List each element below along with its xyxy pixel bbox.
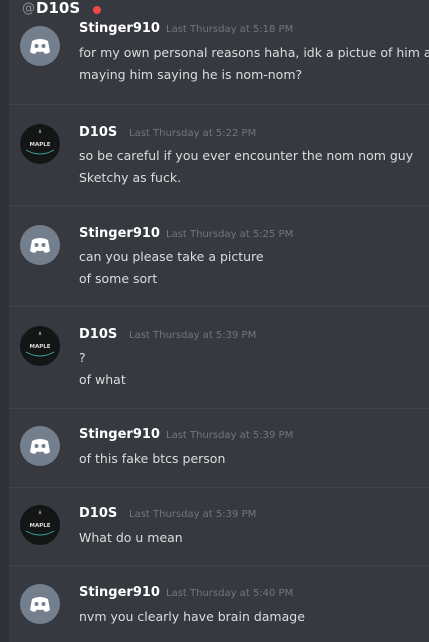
message-text: ? <box>79 350 86 365</box>
avatar[interactable] <box>20 26 60 66</box>
message-divider <box>9 205 429 206</box>
maple-logo-icon: MAPLE <box>25 128 55 155</box>
message-author[interactable]: Stinger910 <box>79 226 160 241</box>
message-divider <box>9 306 429 307</box>
message-text: Sketchy as fuck. <box>79 170 182 185</box>
message-author[interactable]: Stinger910 <box>79 21 160 36</box>
dm-username[interactable]: D10S <box>36 0 80 17</box>
discord-logo-icon <box>30 39 50 54</box>
avatar[interactable] <box>20 584 60 624</box>
message-author[interactable]: D10S <box>79 125 117 140</box>
message-divider <box>9 565 429 566</box>
message-text: for my own personal reasons haha, idk a … <box>79 45 429 60</box>
message-timestamp: Last Thursday at 5:39 PM <box>166 430 294 441</box>
message-divider <box>9 104 429 105</box>
avatar[interactable] <box>20 225 60 265</box>
svg-text:MAPLE: MAPLE <box>29 142 50 148</box>
message-text: What do u mean <box>79 530 183 545</box>
message-timestamp: Last Thursday at 5:25 PM <box>166 229 294 240</box>
message-author[interactable]: D10S <box>79 506 117 521</box>
avatar[interactable]: MAPLE <box>20 505 60 545</box>
message-text: so be careful if you ever encounter the … <box>79 148 414 163</box>
message-timestamp: Last Thursday at 5:40 PM <box>166 588 294 599</box>
message-timestamp: Last Thursday at 5:39 PM <box>129 330 257 341</box>
message-divider <box>9 487 429 488</box>
discord-logo-icon <box>30 238 50 253</box>
maple-logo-icon: MAPLE <box>25 509 55 536</box>
svg-text:MAPLE: MAPLE <box>29 523 50 529</box>
message-divider <box>9 408 429 409</box>
channel-sidebar-edge <box>0 0 9 642</box>
message-text: of some sort <box>79 271 158 286</box>
avatar[interactable]: MAPLE <box>20 124 60 164</box>
dm-header: @ D10S <box>9 0 429 20</box>
dnd-status-icon <box>93 6 101 14</box>
message-timestamp: Last Thursday at 5:39 PM <box>129 509 257 520</box>
message-timestamp: Last Thursday at 5:22 PM <box>129 128 257 139</box>
message-text: of what <box>79 372 126 387</box>
discord-logo-icon <box>30 439 50 454</box>
message-timestamp: Last Thursday at 5:18 PM <box>166 24 294 35</box>
message-author[interactable]: D10S <box>79 327 117 342</box>
message-text: can you please take a picture <box>79 249 264 264</box>
message-text: maying him saying he is nom-nom? <box>79 67 303 82</box>
avatar[interactable]: MAPLE <box>20 326 60 366</box>
maple-logo-icon: MAPLE <box>25 330 55 357</box>
discord-logo-icon <box>30 597 50 612</box>
svg-text:MAPLE: MAPLE <box>29 344 50 350</box>
message-author[interactable]: Stinger910 <box>79 585 160 600</box>
message-text: nvm you clearly have brain damage <box>79 609 305 624</box>
avatar[interactable] <box>20 426 60 466</box>
at-symbol: @ <box>22 1 35 16</box>
message-text: of this fake btcs person <box>79 451 226 466</box>
message-author[interactable]: Stinger910 <box>79 427 160 442</box>
